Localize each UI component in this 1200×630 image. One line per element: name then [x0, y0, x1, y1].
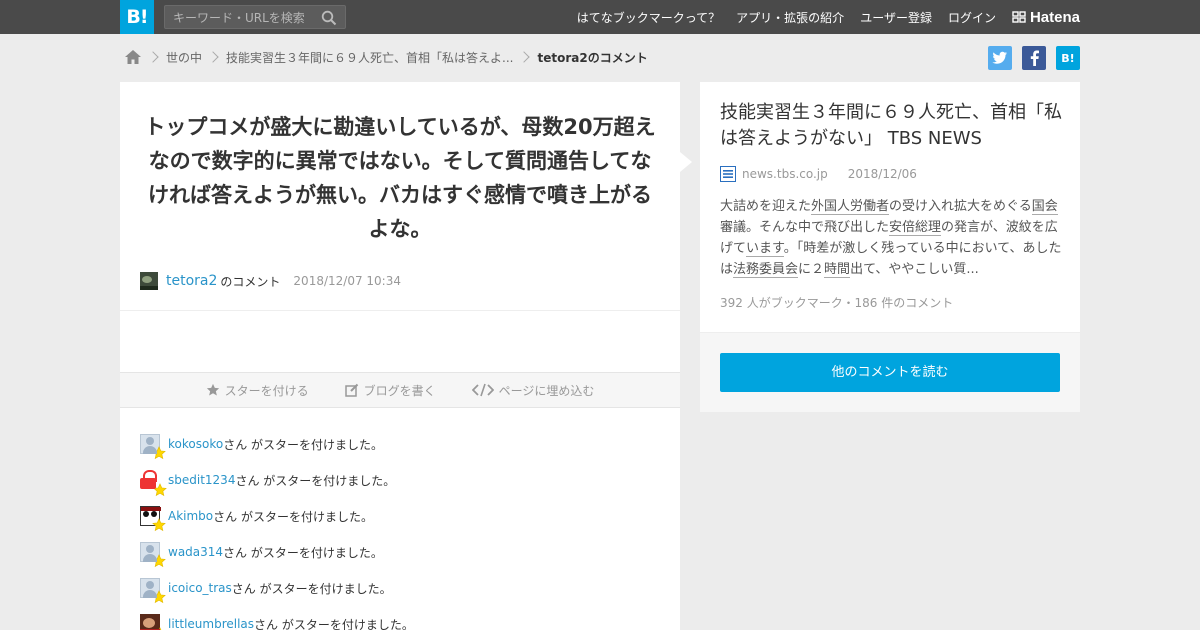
- star-icon: [152, 518, 166, 532]
- user-avatar[interactable]: [140, 470, 167, 497]
- star-list: kokosoko さん がスターを付けました。 sbedit1234 さん がスター…: [140, 426, 660, 630]
- list-item: littleumbrellas さん がスターを付けました。: [140, 606, 660, 630]
- nav-register[interactable]: ユーザー登録: [860, 9, 932, 26]
- bookmark-counts: 392 人がブックマーク・186 件のコメント: [720, 296, 954, 310]
- list-item: sbedit1234 さん がスターを付けました。: [140, 462, 660, 498]
- excerpt-text: 出て、ややこしい質...: [850, 262, 979, 277]
- star-icon: [152, 590, 166, 604]
- write-blog-label: ブログを書く: [363, 383, 436, 398]
- keyword-link[interactable]: 安倍総理: [889, 220, 942, 236]
- hatena-brand-text: Hatena: [1029, 8, 1080, 26]
- keyword-link[interactable]: 法務委員会: [733, 262, 799, 278]
- global-header: B! はてなブックマークって？ アプリ・拡張の紹介 ユーザー登録 ログイン Ha…: [0, 0, 1200, 34]
- excerpt-text: の受け入れ拡大をめぐる: [889, 199, 1032, 214]
- global-nav: はてなブックマークって？ アプリ・拡張の紹介 ユーザー登録 ログイン Haten…: [561, 0, 1080, 34]
- star-icon: [152, 446, 166, 460]
- user-avatar[interactable]: [140, 434, 166, 460]
- list-item: icoico_tras さん がスターを付けました。: [140, 570, 660, 606]
- nav-apps[interactable]: アプリ・拡張の紹介: [736, 9, 844, 26]
- star-suffix: さん がスターを付けました。: [213, 509, 373, 524]
- breadcrumb-separator: [202, 50, 226, 64]
- entry-card: 技能実習生３年間に６９人死亡、首相「私は答えようがない」 TBS NEWS ne…: [700, 82, 1080, 412]
- comment-meta: tetora2 のコメント 2018/12/07 10:34: [140, 270, 401, 292]
- star-user-link[interactable]: icoico_tras: [168, 581, 232, 595]
- star-icon: [206, 383, 219, 396]
- star-user-link[interactable]: littleumbrellas: [168, 617, 254, 630]
- document-icon: [720, 166, 736, 182]
- star-suffix: さん がスターを付けました。: [254, 617, 414, 630]
- comment-suffix: のコメント: [220, 274, 281, 289]
- keyword-link[interactable]: 時間: [824, 262, 851, 278]
- hatena-logo-link[interactable]: Hatena: [1012, 9, 1080, 26]
- star-icon: [153, 483, 167, 497]
- twitter-icon: [992, 51, 1007, 64]
- twitter-share-button[interactable]: [988, 46, 1012, 70]
- list-item: kokosoko さん がスターを付けました。: [140, 426, 660, 462]
- facebook-share-button[interactable]: [1022, 46, 1046, 70]
- list-item: Akimbo さん がスターを付けました。: [140, 498, 660, 534]
- star-suffix: さん がスターを付けました。: [223, 437, 384, 452]
- breadcrumb-current: tetora2のコメント: [537, 50, 648, 65]
- star-suffix: さん がスターを付けました。: [231, 581, 392, 596]
- search-box[interactable]: [164, 5, 346, 29]
- embed-label: ページに埋め込む: [498, 383, 595, 398]
- comment-username[interactable]: tetora2: [166, 273, 217, 289]
- comment-card: トップコメが盛大に勘違いしているが、母数20万超えなので数字的に異常ではない。そ…: [120, 82, 680, 630]
- breadcrumb: 世の中 技能実習生３年間に６９人死亡、首相「私は答えよ... tetora2のコ…: [124, 46, 648, 68]
- user-avatar[interactable]: [140, 272, 158, 290]
- star-suffix: さん がスターを付けました。: [223, 545, 383, 560]
- list-item: wada314 さん がスターを付けました。: [140, 534, 660, 570]
- facebook-icon: [1030, 50, 1039, 66]
- hatena-bookmark-share-button[interactable]: B!: [1056, 46, 1080, 70]
- user-avatar[interactable]: [140, 614, 162, 630]
- breadcrumb-separator: [142, 50, 166, 64]
- edit-icon: [344, 383, 358, 397]
- add-star-label: スターを付ける: [224, 383, 309, 398]
- excerpt-text: 大詰めを迎えた: [720, 199, 812, 214]
- excerpt-text: に２: [798, 262, 825, 277]
- search-input[interactable]: [173, 9, 313, 26]
- divider: [120, 310, 680, 311]
- user-avatar[interactable]: [140, 506, 166, 532]
- star-icon: [152, 554, 166, 568]
- read-more-comments-button[interactable]: 他のコメントを読む: [720, 353, 1060, 392]
- star-user-link[interactable]: wada314: [168, 545, 223, 559]
- code-icon: [471, 383, 494, 397]
- comment-timestamp[interactable]: 2018/12/07 10:34: [293, 274, 401, 288]
- nav-about[interactable]: はてなブックマークって？: [577, 9, 720, 26]
- home-icon[interactable]: [124, 49, 142, 65]
- entry-source: news.tbs.co.jp 2018/12/06: [720, 166, 917, 182]
- star-suffix: さん がスターを付けました。: [235, 473, 396, 488]
- search-icon[interactable]: [321, 10, 337, 26]
- entry-excerpt: 大詰めを迎えた外国人労働者の受け入れ拡大をめぐる国会審議。そんな中で飛び出した安…: [720, 196, 1065, 280]
- card-pointer: [680, 152, 692, 172]
- comment-text: トップコメが盛大に勘違いしているが、母数20万超えなので数字的に異常ではない。そ…: [144, 115, 656, 241]
- entry-title[interactable]: 技能実習生３年間に６９人死亡、首相「私は答えようがない」 TBS NEWS: [720, 100, 1065, 152]
- keyword-link[interactable]: 国会: [1031, 199, 1058, 215]
- nav-login[interactable]: ログイン: [948, 9, 996, 26]
- hatena-mark-icon: [1012, 11, 1026, 23]
- excerpt-text: 審議。そんな中で飛び出した: [720, 220, 890, 235]
- embed-button[interactable]: ページに埋め込む: [471, 382, 595, 399]
- breadcrumb-entry[interactable]: 技能実習生３年間に６９人死亡、首相「私は答えよ...: [226, 49, 513, 66]
- breadcrumb-separator: [513, 50, 537, 64]
- entry-site-link[interactable]: news.tbs.co.jp: [742, 167, 828, 181]
- user-avatar[interactable]: [140, 542, 166, 568]
- user-avatar[interactable]: [140, 578, 166, 604]
- star-user-link[interactable]: kokosoko: [168, 437, 223, 451]
- star-user-link[interactable]: sbedit1234: [168, 473, 235, 487]
- hatena-bookmark-logo[interactable]: B!: [120, 0, 154, 34]
- add-star-button[interactable]: スターを付ける: [206, 382, 309, 399]
- keyword-link[interactable]: 外国人労働者: [811, 199, 890, 215]
- entry-date: 2018/12/06: [847, 167, 917, 181]
- comment-actions: スターを付ける ブログを書く ページに埋め込む: [120, 372, 680, 408]
- keyword-link[interactable]: います: [746, 241, 784, 257]
- breadcrumb-category[interactable]: 世の中: [166, 49, 202, 66]
- star-user-link[interactable]: Akimbo: [168, 509, 213, 523]
- write-blog-button[interactable]: ブログを書く: [344, 382, 436, 399]
